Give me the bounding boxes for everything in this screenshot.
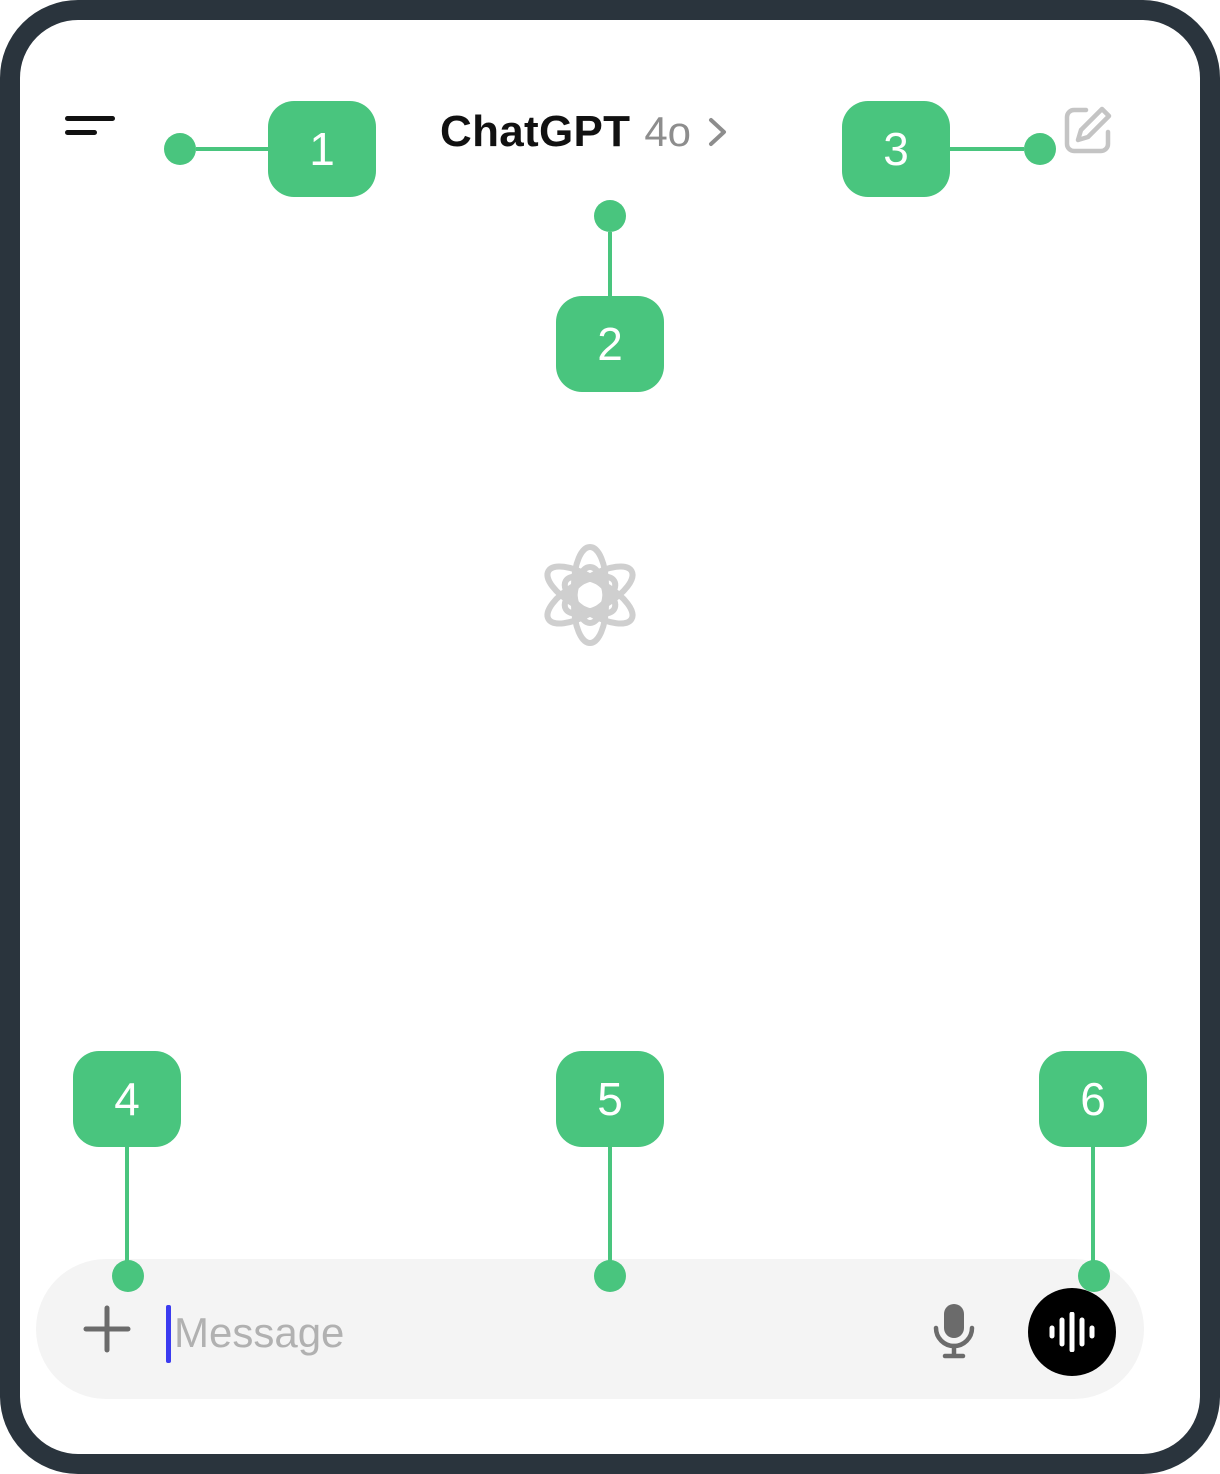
openai-logo-icon (544, 544, 636, 646)
callout-line-2 (608, 232, 612, 296)
callout-line-5 (608, 1147, 612, 1261)
menu-bar-bottom (65, 130, 97, 135)
callout-line-3 (950, 147, 1024, 151)
plus-icon[interactable] (76, 1298, 138, 1360)
callout-dot-2 (594, 200, 626, 232)
model-selector[interactable]: ChatGPT 4o (440, 104, 729, 160)
callout-line-1 (196, 147, 268, 151)
text-caret (166, 1305, 171, 1363)
menu-icon[interactable] (60, 110, 120, 150)
chevron-right-icon (709, 118, 727, 146)
voice-mode-button[interactable] (1028, 1288, 1116, 1376)
callout-dot-6 (1078, 1260, 1110, 1292)
callout-badge-1: 1 (268, 101, 376, 197)
callout-line-6 (1091, 1147, 1095, 1261)
callout-badge-2: 2 (556, 296, 664, 392)
message-input[interactable] (174, 1298, 914, 1368)
app-title: ChatGPT (440, 107, 631, 156)
callout-dot-5 (594, 1260, 626, 1292)
callout-badge-4: 4 (73, 1051, 181, 1147)
menu-bar-top (65, 116, 115, 121)
new-chat-icon[interactable] (1062, 104, 1114, 156)
callout-badge-5: 5 (556, 1051, 664, 1147)
callout-badge-3: 3 (842, 101, 950, 197)
callout-line-4 (125, 1147, 129, 1261)
callout-dot-4 (112, 1260, 144, 1292)
model-label: 4o (644, 108, 692, 155)
callout-dot-3 (1024, 133, 1056, 165)
callout-dot-1 (164, 133, 196, 165)
microphone-icon[interactable] (930, 1300, 978, 1360)
voice-mode-icon (1049, 1312, 1095, 1352)
callout-badge-6: 6 (1039, 1051, 1147, 1147)
